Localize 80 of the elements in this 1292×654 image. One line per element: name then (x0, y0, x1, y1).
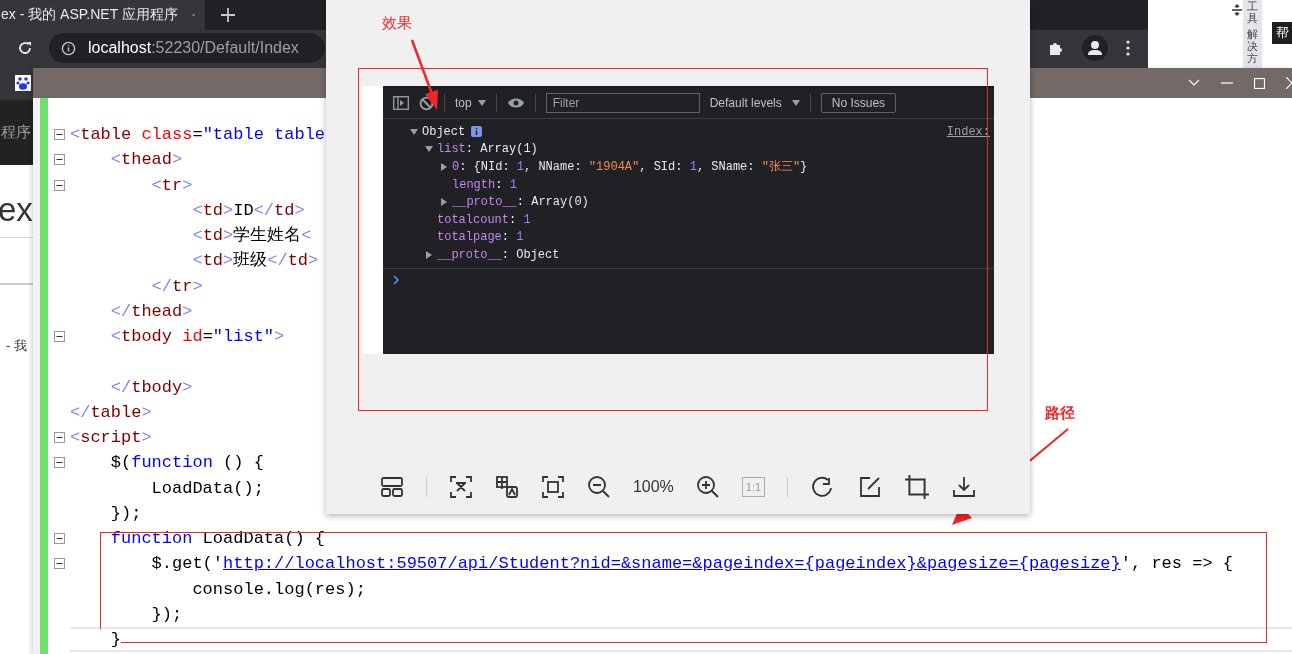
collapse-icon[interactable] (53, 432, 65, 444)
property-entry: __proto__: Object (437, 247, 560, 262)
code-line: }); (109, 504, 142, 522)
block-icon[interactable] (419, 95, 434, 111)
fit-screen-icon[interactable] (540, 475, 565, 499)
side-tab[interactable]: 工具 (1247, 0, 1258, 25)
property-entry: 0: {NId: 1, NName: "1904A", SId: 1, SName: "张三"} (452, 159, 808, 176)
address-bar[interactable]: localhost:52230/Default/Index (49, 33, 325, 63)
maximize-icon[interactable] (1254, 77, 1265, 89)
levels-select[interactable]: Default levels (709, 96, 782, 110)
code-line: <tbody id="list"> (109, 328, 285, 346)
property-entry: __proto__: Array(0) (452, 195, 589, 210)
zoom-level: 100% (632, 478, 674, 496)
nav-link[interactable]: 程序 (1, 123, 31, 142)
url-link[interactable]: http://localhost:59507/api/Student?nid=&sname=&pageindex={pageindex}&pagesize={pagesize} (223, 554, 1121, 574)
footer-text: - 我 (6, 337, 27, 355)
code-line: LoadData(); (150, 479, 264, 497)
chevron-down-icon[interactable] (1188, 79, 1200, 87)
collapse-icon[interactable] (53, 457, 65, 469)
code-line: <td>ID</td> (191, 201, 305, 219)
zoom-in-icon[interactable] (695, 475, 720, 499)
filter-field[interactable]: Filter (545, 93, 700, 113)
code-line: <script> (70, 429, 152, 447)
translate-icon[interactable] (494, 475, 519, 499)
code-line: <tr> (150, 176, 193, 194)
code-line: <td>班级</td> (191, 252, 319, 270)
code-line: $(function () { (109, 454, 264, 472)
triangle-down-icon[interactable] (410, 127, 418, 136)
property-entry: totalcount: 1 (437, 212, 531, 227)
eye-icon[interactable] (506, 97, 525, 109)
triangle-right-icon[interactable] (440, 163, 448, 171)
collapse-icon[interactable] (53, 179, 65, 191)
text-scan-icon[interactable] (448, 475, 473, 499)
code-line: }); (150, 605, 183, 623)
new-tab-icon[interactable] (221, 8, 235, 22)
collapse-icon[interactable] (53, 331, 65, 343)
code-line: <thead> (109, 151, 183, 169)
property-entry: length: 1 (452, 177, 517, 192)
crop-icon[interactable] (904, 474, 931, 500)
annotation-text: 路径 (1045, 404, 1075, 423)
page-heading: ex (0, 191, 33, 229)
collapse-icon[interactable] (53, 129, 65, 141)
code-line: </table> (70, 403, 152, 421)
splitter-icon[interactable] (1231, 4, 1243, 16)
collapse-icon[interactable] (53, 533, 65, 545)
code-line: </thead> (109, 302, 193, 320)
paw-icon[interactable] (15, 75, 31, 91)
code-line: <table class="table table (70, 126, 326, 144)
zoom-out-icon[interactable] (586, 475, 611, 499)
code-line: </tbody> (109, 378, 193, 396)
prompt-icon[interactable] (393, 274, 399, 285)
help-label[interactable]: 帮 (1272, 22, 1292, 44)
triangle-down-icon[interactable] (425, 145, 433, 154)
issues-button[interactable]: No Issues (820, 93, 897, 113)
reload-icon[interactable] (17, 40, 33, 56)
avatar-icon[interactable] (1082, 35, 1108, 61)
puzzle-icon[interactable] (1048, 40, 1064, 56)
edit-icon[interactable] (858, 475, 883, 499)
info-icon[interactable] (471, 126, 483, 138)
layout-icon[interactable] (379, 475, 404, 499)
annotation-text: 效果 (382, 14, 412, 33)
code-line: </tr> (150, 277, 203, 295)
collapse-icon[interactable] (53, 558, 65, 570)
code-line: <td>学生姓名< (191, 227, 312, 245)
code-line: $.get('http://localhost:59507/api/Student?nid=&sname=&pageindex={pageindex}&pagesize={pagesize}', res => { (150, 555, 1233, 573)
triangle-right-icon[interactable] (425, 250, 433, 259)
triangle-right-icon[interactable] (440, 198, 448, 207)
info-icon[interactable] (61, 40, 76, 56)
sidebar-icon[interactable] (393, 96, 409, 110)
browser-tab[interactable]: ex - 我的 ASP.NET 应用程序 (0, 0, 205, 30)
code-line: console.log(res); (191, 580, 366, 598)
context-select[interactable]: top (455, 96, 472, 110)
source-link[interactable]: Index: (946, 124, 990, 139)
menu-icon[interactable] (1126, 40, 1130, 56)
object-label: Object (422, 124, 466, 139)
download-icon[interactable] (952, 475, 977, 499)
property-entry: list: Array(1) (437, 142, 538, 157)
property-entry: totalpage: 1 (437, 230, 524, 245)
collapse-icon[interactable] (53, 154, 65, 166)
side-tab[interactable]: 解决方 (1247, 28, 1258, 65)
